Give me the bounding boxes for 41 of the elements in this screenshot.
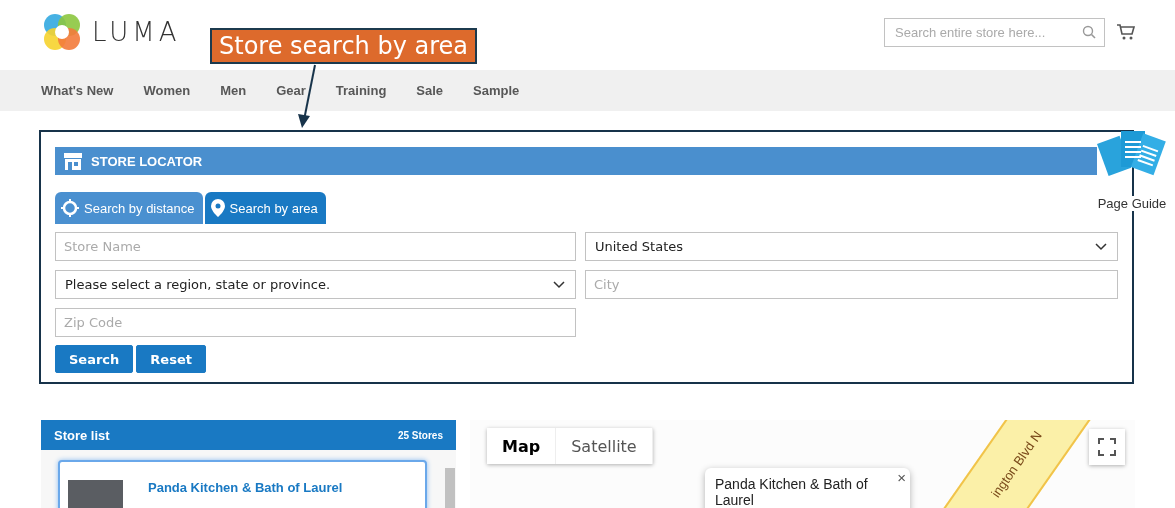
search-box[interactable]: Search entire store here... (884, 17, 1105, 47)
nav-link[interactable]: Men (220, 83, 247, 98)
search-button[interactable]: Search (55, 345, 134, 373)
search-tab[interactable]: Search by area (204, 192, 326, 224)
nav-link[interactable]: Women (143, 83, 191, 98)
nav-link[interactable]: Training (335, 83, 387, 98)
locator-title: STORE LOCATOR (91, 153, 203, 169)
map-type-tab[interactable]: Satellite (556, 428, 653, 464)
nav-link[interactable]: Sale (416, 83, 444, 98)
close-button[interactable]: × (897, 469, 906, 486)
store-icon (63, 151, 83, 171)
map-type-tab[interactable]: Map (487, 428, 557, 464)
nav-link[interactable]: What's New (41, 83, 114, 98)
store-list-title: Store list (54, 427, 110, 443)
nav-link[interactable]: Gear (276, 83, 306, 98)
city-field[interactable]: City (585, 270, 1118, 299)
fullscreen-button[interactable] (1089, 429, 1125, 465)
target-icon (61, 199, 79, 217)
country-select[interactable]: United States (585, 232, 1118, 261)
annotation-label: Store search by area (210, 28, 477, 64)
page-guide-label[interactable]: Page Guide (1097, 196, 1167, 211)
scrollbar-thumb[interactable] (445, 468, 455, 508)
photo-placeholder (68, 480, 123, 508)
fullscreen-icon (1098, 438, 1116, 456)
zip-code-field[interactable]: Zip Code (55, 308, 576, 337)
nav-link[interactable]: Sample (473, 83, 520, 98)
store-name-link[interactable]: Panda Kitchen & Bath of Laurel (148, 480, 343, 508)
popup-title: Panda Kitchen & Bath of Laurel (715, 476, 869, 508)
cart-icon[interactable] (1117, 23, 1135, 41)
logo-icon (42, 12, 82, 52)
logo-text: LUMA (92, 17, 181, 47)
search-tab[interactable]: Search by distance (55, 192, 203, 224)
store-card[interactable]: Panda Kitchen & Bath of Laurel (58, 460, 427, 508)
chevron-down-icon (553, 280, 565, 289)
reset-button[interactable]: Reset (136, 345, 206, 373)
region-select[interactable]: Please select a region, state or province. (55, 270, 576, 299)
chevron-down-icon (1095, 242, 1107, 251)
search-icon (1082, 25, 1096, 39)
store-name-field[interactable]: Store Name (55, 232, 576, 261)
store-count: 25 Stores (397, 429, 443, 441)
map-pin-icon (210, 199, 225, 217)
